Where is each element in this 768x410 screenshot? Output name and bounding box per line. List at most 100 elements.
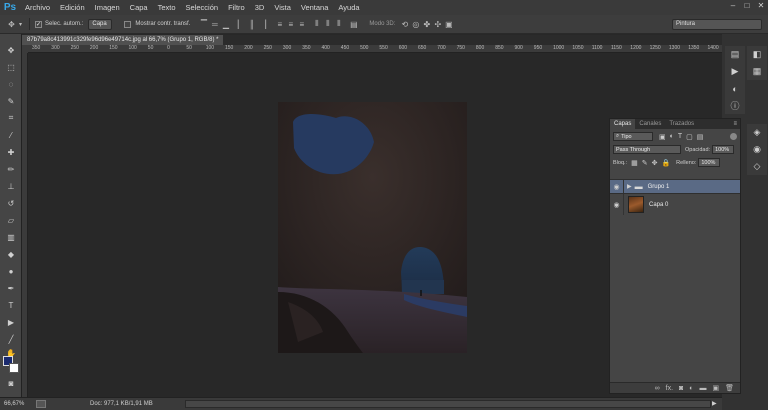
path-select-tool-icon[interactable]: ▶ [3, 316, 19, 328]
filter-toggle[interactable] [730, 133, 737, 140]
show-transform-checkbox[interactable] [124, 20, 132, 28]
blur-tool-icon[interactable]: ◆ [3, 248, 19, 260]
distribute-vcenter-icon[interactable]: ≡ [285, 19, 296, 30]
align-vcenter-icon[interactable]: ═ [209, 19, 220, 30]
chevron-down-icon[interactable]: ▾ [17, 19, 24, 30]
dodge-tool-icon[interactable]: ● [3, 265, 19, 277]
visibility-eye-icon[interactable]: ◉ [610, 180, 624, 193]
orbit-3d-icon[interactable]: ⟲ [399, 19, 410, 30]
document-tab[interactable]: 87b79a8c413991c329fe96d96e49714c.jpg al … [22, 35, 224, 45]
slide-3d-icon[interactable]: ✣ [432, 19, 443, 30]
document-image[interactable] [278, 102, 467, 353]
layer-name[interactable]: Capa 0 [649, 202, 668, 208]
adjustment-layer-icon[interactable]: ◐ [689, 385, 693, 392]
move-tool-icon[interactable]: ✥ [3, 44, 19, 56]
lock-pixels-icon[interactable]: ✎ [642, 159, 648, 167]
gradient-tool-icon[interactable]: ▥ [3, 231, 19, 243]
distribute-right-icon[interactable]: ⦀ [333, 19, 344, 30]
menu-ayuda[interactable]: Ayuda [333, 0, 364, 15]
mask-icon[interactable]: ◙ [679, 385, 683, 392]
crop-tool-icon[interactable]: ⌗ [3, 112, 19, 124]
menu-3d[interactable]: 3D [250, 0, 270, 15]
align-right-icon[interactable]: ▕ [257, 19, 268, 30]
filter-type-icon[interactable]: T [678, 133, 682, 140]
layer-name[interactable]: Grupo 1 [648, 184, 670, 190]
align-hcenter-icon[interactable]: ║ [246, 19, 257, 30]
roll-3d-icon[interactable]: ◎ [410, 19, 421, 30]
new-layer-icon[interactable]: ▣ [712, 384, 719, 392]
distribute-hcenter-icon[interactable]: ⦀ [322, 19, 333, 30]
trash-icon[interactable]: 🗑 [725, 384, 734, 392]
auto-select-dropdown[interactable]: Capa [88, 18, 113, 30]
pen-tool-icon[interactable]: ✒ [3, 282, 19, 294]
menu-ventana[interactable]: Ventana [296, 0, 334, 15]
distribute-left-icon[interactable]: ⦀ [311, 19, 322, 30]
auto-select-checkbox[interactable]: ✓ [35, 20, 42, 28]
filter-adjust-icon[interactable]: ◐ [670, 133, 674, 140]
channels-icon[interactable]: ◉ [747, 141, 767, 158]
new-group-icon[interactable]: ▬ [699, 385, 706, 392]
pan-3d-icon[interactable]: ✤ [421, 19, 432, 30]
menu-imagen[interactable]: Imagen [90, 0, 125, 15]
lock-transparency-icon[interactable]: ▦ [631, 159, 638, 167]
brush-tool-icon[interactable]: ✏ [3, 163, 19, 175]
adjustments-icon[interactable]: ◐ [725, 80, 745, 97]
tab-capas[interactable]: Capas [610, 119, 636, 129]
actions-icon[interactable]: ▶ [725, 63, 745, 80]
distribute-bottom-icon[interactable]: ≡ [296, 19, 307, 30]
layer-row-capa-0[interactable]: ◉ Capa 0 [610, 193, 740, 215]
opacity-input[interactable]: 100% [712, 145, 735, 154]
align-bottom-icon[interactable]: ▁ [220, 19, 231, 30]
lock-position-icon[interactable]: ✥ [652, 159, 658, 167]
close-button[interactable]: ✕ [754, 0, 768, 11]
maximize-button[interactable]: □ [740, 0, 754, 11]
filter-pixel-icon[interactable]: ▣ [659, 133, 666, 141]
menu-vista[interactable]: Vista [269, 0, 296, 15]
visibility-eye-icon[interactable]: ◉ [610, 194, 624, 215]
filter-kind-dropdown[interactable]: ⌕ Tipo [613, 132, 653, 141]
quick-mask-icon[interactable]: ◙ [3, 377, 19, 389]
menu-seleccion[interactable]: Selección [181, 0, 224, 15]
filter-smart-icon[interactable]: ▤ [697, 133, 704, 141]
workspace-dropdown[interactable]: Pintura [672, 18, 762, 30]
distribute-top-icon[interactable]: ≡ [274, 19, 285, 30]
menu-texto[interactable]: Texto [153, 0, 181, 15]
stamp-tool-icon[interactable]: ⊥ [3, 180, 19, 192]
eraser-tool-icon[interactable]: ▱ [3, 214, 19, 226]
scroll-right-icon[interactable]: ▶ [712, 400, 717, 407]
menu-edicion[interactable]: Edición [55, 0, 90, 15]
tab-canales[interactable]: Canales [635, 119, 665, 129]
quick-select-tool-icon[interactable]: ✎ [3, 95, 19, 107]
info-icon[interactable]: ⓘ [725, 97, 745, 114]
fill-input[interactable]: 100% [698, 158, 721, 167]
menu-capa[interactable]: Capa [125, 0, 153, 15]
layers-icon[interactable]: ◈ [747, 124, 767, 141]
panel-menu-icon[interactable]: ≡ [733, 121, 737, 127]
expand-arrow-icon[interactable]: ▶ [627, 183, 632, 190]
paths-icon[interactable]: ◇ [747, 158, 767, 175]
align-left-icon[interactable]: ▏ [235, 19, 246, 30]
lasso-tool-icon[interactable]: ◌ [3, 78, 19, 90]
share-icon[interactable] [36, 400, 46, 408]
marquee-tool-icon[interactable]: ⬚ [3, 61, 19, 73]
menu-filtro[interactable]: Filtro [223, 0, 250, 15]
horizontal-scrollbar[interactable] [185, 400, 711, 408]
align-top-icon[interactable]: ▔ [198, 19, 209, 30]
swatches-icon[interactable]: ▦ [747, 63, 767, 80]
filter-shape-icon[interactable]: ▢ [686, 133, 693, 141]
minimize-button[interactable]: – [726, 0, 740, 11]
shape-tool-icon[interactable]: ╱ [3, 333, 19, 345]
history-icon[interactable]: ▤ [725, 46, 745, 63]
zoom-level[interactable]: 66,67% [4, 401, 30, 407]
tab-trazados[interactable]: Trazados [665, 119, 698, 129]
link-layers-icon[interactable]: ∞ [655, 385, 660, 392]
color-icon[interactable]: ◧ [747, 46, 767, 63]
lock-all-icon[interactable]: 🔒 [661, 159, 670, 167]
type-tool-icon[interactable]: T [3, 299, 19, 311]
layer-row-grupo-1[interactable]: ◉ ▶ ▬ Grupo 1 [610, 179, 740, 193]
move-tool-icon[interactable]: ✥ [6, 19, 17, 30]
history-brush-tool-icon[interactable]: ↺ [3, 197, 19, 209]
menu-archivo[interactable]: Archivo [20, 0, 55, 15]
eyedropper-tool-icon[interactable]: ⁄ [3, 129, 19, 141]
scale-3d-icon[interactable]: ▣ [443, 19, 454, 30]
